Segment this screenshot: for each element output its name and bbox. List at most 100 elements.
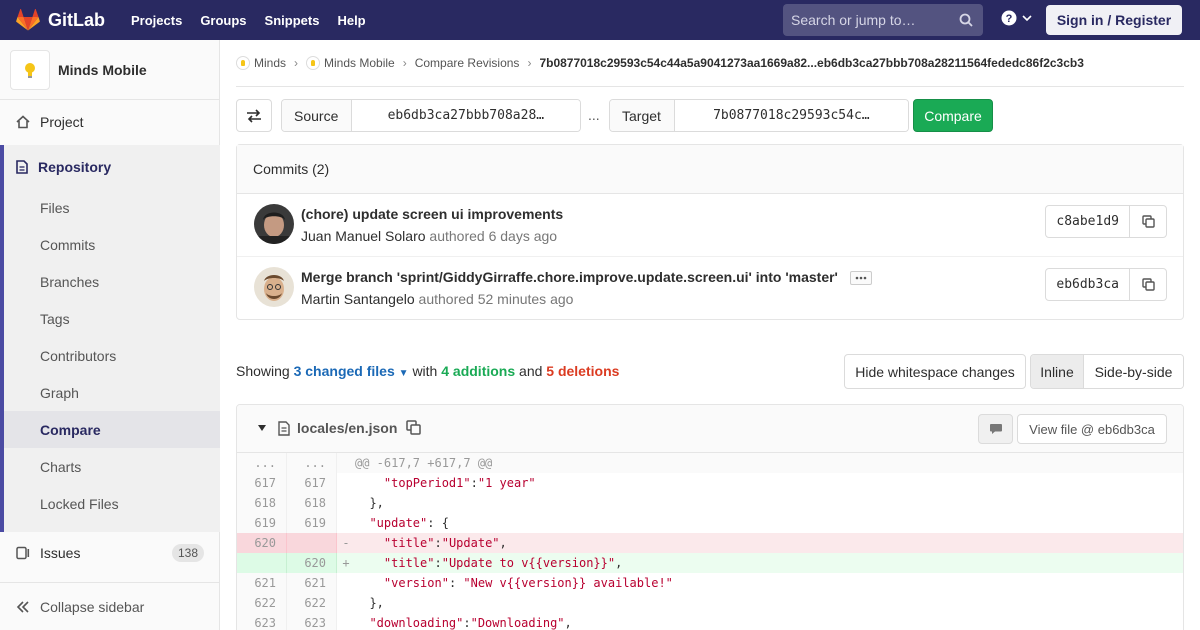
nav-groups[interactable]: Groups [200, 13, 246, 28]
copy-sha-button[interactable] [1130, 269, 1166, 300]
author-avatar[interactable] [254, 267, 294, 307]
file-path[interactable]: locales/en.json [297, 420, 397, 436]
sidebar-subitem-locked-files[interactable]: Locked Files [4, 485, 220, 522]
sign-in-button[interactable]: Sign in / Register [1046, 5, 1182, 35]
gitlab-home-link[interactable]: GitLab [0, 0, 131, 40]
sidebar-subitem-contributors[interactable]: Contributors [4, 337, 220, 374]
new-line-number[interactable]: 623 [287, 613, 337, 630]
breadcrumb-item-minds[interactable]: Minds [236, 56, 286, 70]
copy-icon [1141, 215, 1155, 228]
caret-down-icon[interactable] [257, 424, 267, 432]
new-line-number[interactable]: 618 [287, 493, 337, 513]
breadcrumb-item-compare-revisions[interactable]: Compare Revisions [415, 56, 520, 70]
file-icon [278, 421, 290, 436]
sidebar-item-issues[interactable]: Issues 138 [0, 537, 220, 569]
new-line-number[interactable]: 619 [287, 513, 337, 533]
old-line-number[interactable]: 619 [237, 513, 287, 533]
breadcrumb-item-minds-mobile[interactable]: Minds Mobile [306, 56, 395, 70]
changed-files-dropdown[interactable]: 3 changed files ▼ [294, 363, 409, 379]
nav-projects[interactable]: Projects [131, 13, 182, 28]
copy-icon[interactable] [406, 420, 421, 435]
old-line-number[interactable]: ... [237, 453, 287, 473]
sidebar-subitem-commits[interactable]: Commits [4, 226, 220, 263]
copy-icon [1141, 278, 1155, 291]
diff-sign [337, 493, 355, 513]
sidebar-item-project[interactable]: Project [0, 102, 219, 142]
collapse-sidebar-button[interactable]: Collapse sidebar [0, 582, 220, 630]
double-chevron-left-icon [16, 600, 29, 613]
lightbulb-icon [306, 56, 321, 70]
authored-label: authored [418, 291, 474, 307]
document-icon [16, 160, 28, 174]
old-line-number[interactable] [237, 553, 287, 573]
caret-down-icon: ▼ [398, 368, 409, 379]
nav-snippets[interactable]: Snippets [265, 13, 320, 28]
sidebar-subitem-graph[interactable]: Graph [4, 374, 220, 411]
commit-title[interactable]: Merge branch 'sprint/GiddyGirraffe.chore… [301, 269, 838, 285]
old-line-number[interactable]: 623 [237, 613, 287, 630]
new-line-number[interactable] [287, 533, 337, 553]
breadcrumb: Minds › Minds Mobile › Compare Revisions… [236, 40, 1184, 87]
copy-sha-button[interactable] [1130, 206, 1166, 237]
compare-button[interactable]: Compare [913, 99, 993, 132]
new-line-number[interactable]: 621 [287, 573, 337, 593]
toggle-commit-description-button[interactable] [849, 271, 872, 286]
sidebar-item-repository[interactable]: Repository [4, 145, 220, 189]
nav-help[interactable]: Help [337, 13, 365, 28]
search-box [783, 4, 983, 36]
commit-sha-link[interactable]: eb6db3ca [1046, 269, 1130, 300]
commit-title[interactable]: (chore) update screen ui improvements [301, 206, 563, 222]
toggle-comments-button[interactable] [978, 414, 1013, 444]
target-revision-group: Target 7b0877018c29593c54c… [609, 99, 909, 132]
diff-line: 620 - "title":"Update", [237, 533, 1183, 553]
code-line: "version": "New v{{version}} available!" [383, 576, 673, 590]
inline-view-button[interactable]: Inline [1031, 355, 1084, 388]
sidebar-project-header[interactable]: Minds Mobile [0, 40, 219, 100]
showing-label: Showing [236, 363, 290, 379]
source-revision-group: Source eb6db3ca27bbb708a28… [281, 99, 581, 132]
sidebar-subitem-branches[interactable]: Branches [4, 263, 220, 300]
sidebar-item-label: Repository [38, 159, 112, 175]
breadcrumb-current[interactable]: 7b0877018c29593c54c44a5a9041273aa1669a82… [539, 56, 1083, 70]
old-line-number[interactable]: 617 [237, 473, 287, 493]
sidebar-subitem-files[interactable]: Files [4, 189, 220, 226]
sidebar-subitem-compare[interactable]: Compare [4, 411, 220, 448]
new-line-number[interactable]: ... [287, 453, 337, 473]
old-line-number[interactable]: 622 [237, 593, 287, 613]
new-line-number[interactable]: 622 [287, 593, 337, 613]
view-file-button[interactable]: View file @ eb6db3ca [1017, 414, 1167, 444]
commit-author[interactable]: Martin Santangelo [301, 291, 415, 307]
author-avatar[interactable] [254, 204, 294, 244]
source-revision-dropdown[interactable]: eb6db3ca27bbb708a28… [351, 100, 580, 131]
swap-arrows-icon [247, 108, 261, 123]
lightbulb-icon [236, 56, 250, 70]
commit-sha-link[interactable]: c8abe1d9 [1046, 206, 1130, 237]
new-line-number[interactable]: 617 [287, 473, 337, 493]
old-line-number[interactable]: 618 [237, 493, 287, 513]
diff-sign: - [342, 536, 350, 550]
commit-author[interactable]: Juan Manuel Solaro [301, 228, 426, 244]
target-revision-dropdown[interactable]: 7b0877018c29593c54c… [674, 100, 908, 131]
old-line-number[interactable]: 620 [237, 533, 287, 553]
new-line-number[interactable]: 620 [287, 553, 337, 573]
side-by-side-view-button[interactable]: Side-by-side [1084, 355, 1183, 388]
old-line-number[interactable]: 621 [237, 573, 287, 593]
issues-icon [16, 546, 30, 560]
code-line: @@ -617,7 +617,7 @@ [355, 456, 493, 470]
and-label: and [519, 363, 543, 379]
ellipsis-icon [855, 276, 867, 280]
code-line: }, [355, 596, 384, 610]
swap-revisions-button[interactable] [236, 99, 272, 132]
help-dropdown[interactable]: ? [1001, 10, 1032, 26]
sidebar-subitem-tags[interactable]: Tags [4, 300, 220, 337]
sidebar-subitem-charts[interactable]: Charts [4, 448, 220, 485]
diff-sign [337, 513, 355, 533]
breadcrumb-separator-icon: › [527, 56, 532, 70]
hide-whitespace-button[interactable]: Hide whitespace changes [844, 354, 1026, 389]
sidebar-item-label: Issues [40, 545, 81, 561]
commits-list: Commits (2) (chore) update screen ui imp… [236, 144, 1184, 320]
search-input[interactable] [791, 12, 956, 28]
code-line: "downloading":"Downloading", [369, 616, 572, 630]
diff-sign: + [342, 556, 350, 570]
search-icon[interactable] [959, 13, 973, 27]
